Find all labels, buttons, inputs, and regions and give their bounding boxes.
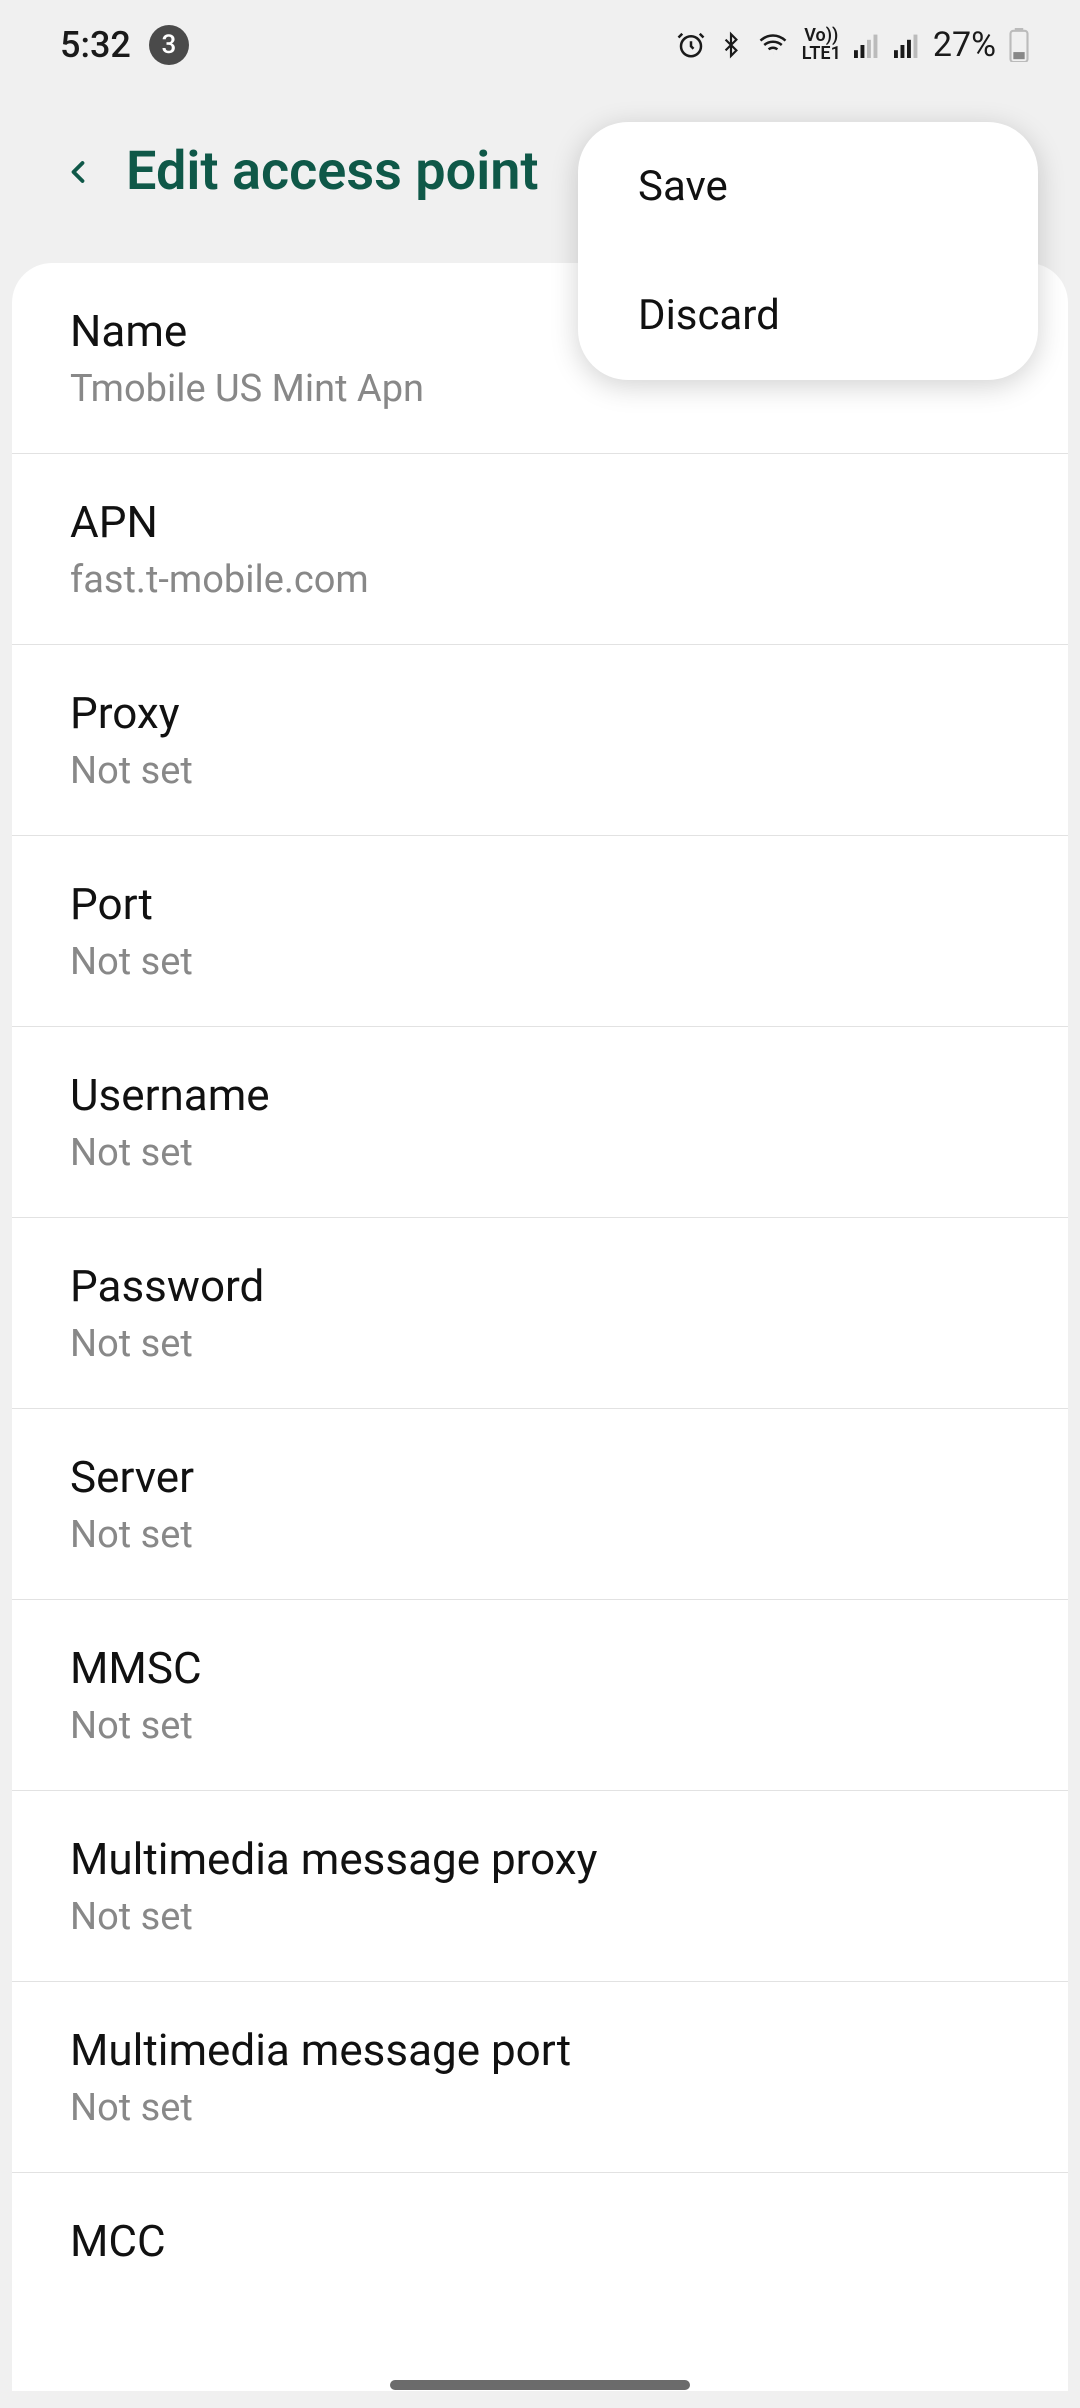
status-right: Vo)) LTE1 27%	[676, 25, 1030, 65]
item-label: Multimedia message port	[70, 2024, 1010, 2076]
list-item-port[interactable]: Port Not set	[12, 836, 1068, 1027]
alarm-icon	[676, 30, 706, 60]
list-item-mcc[interactable]: MCC	[12, 2173, 1068, 2309]
item-label: Server	[70, 1451, 1010, 1503]
list-item-server[interactable]: Server Not set	[12, 1409, 1068, 1600]
list-item-password[interactable]: Password Not set	[12, 1218, 1068, 1409]
status-bar: 5:32 3 Vo)) LTE1 27%	[0, 0, 1080, 90]
item-value: Not set	[70, 1704, 1010, 1748]
item-value: Not set	[70, 940, 1010, 984]
item-value: Not set	[70, 749, 1010, 793]
settings-list: Name Tmobile US Mint Apn APN fast.t-mobi…	[12, 263, 1068, 2391]
list-item-proxy[interactable]: Proxy Not set	[12, 645, 1068, 836]
item-label: Port	[70, 878, 1010, 930]
overflow-menu: Save Discard	[578, 122, 1038, 380]
item-label: Password	[70, 1260, 1010, 1312]
item-label: MMSC	[70, 1642, 1010, 1694]
item-value: Not set	[70, 1322, 1010, 1366]
list-item-username[interactable]: Username Not set	[12, 1027, 1068, 1218]
list-item-mms-proxy[interactable]: Multimedia message proxy Not set	[12, 1791, 1068, 1982]
item-label: Proxy	[70, 687, 1010, 739]
page-title: Edit access point	[126, 140, 539, 203]
lte-indicator: Vo)) LTE1	[802, 27, 841, 63]
battery-percent: 27%	[933, 25, 996, 65]
item-value: Not set	[70, 1895, 1010, 1939]
notification-count-badge: 3	[149, 25, 189, 65]
signal-icon-2	[893, 32, 921, 58]
item-label: Username	[70, 1069, 1010, 1121]
item-value: Not set	[70, 1513, 1010, 1557]
item-label: MCC	[70, 2215, 1010, 2267]
back-icon[interactable]	[60, 145, 96, 199]
bluetooth-icon	[718, 30, 744, 60]
list-item-apn[interactable]: APN fast.t-mobile.com	[12, 454, 1068, 645]
item-label: Multimedia message proxy	[70, 1833, 1010, 1885]
item-label: APN	[70, 496, 1010, 548]
wifi-icon	[756, 30, 790, 60]
status-time: 5:32	[60, 24, 131, 66]
item-value: Not set	[70, 1131, 1010, 1175]
list-item-mms-port[interactable]: Multimedia message port Not set	[12, 1982, 1068, 2173]
list-item-mmsc[interactable]: MMSC Not set	[12, 1600, 1068, 1791]
navigation-pill[interactable]	[390, 2380, 690, 2390]
signal-icon-1	[853, 32, 881, 58]
item-value: fast.t-mobile.com	[70, 558, 1010, 602]
menu-item-save[interactable]: Save	[578, 122, 1038, 251]
menu-item-discard[interactable]: Discard	[578, 251, 1038, 380]
battery-icon	[1008, 28, 1030, 62]
item-value: Not set	[70, 2086, 1010, 2130]
status-left: 5:32 3	[60, 24, 189, 66]
